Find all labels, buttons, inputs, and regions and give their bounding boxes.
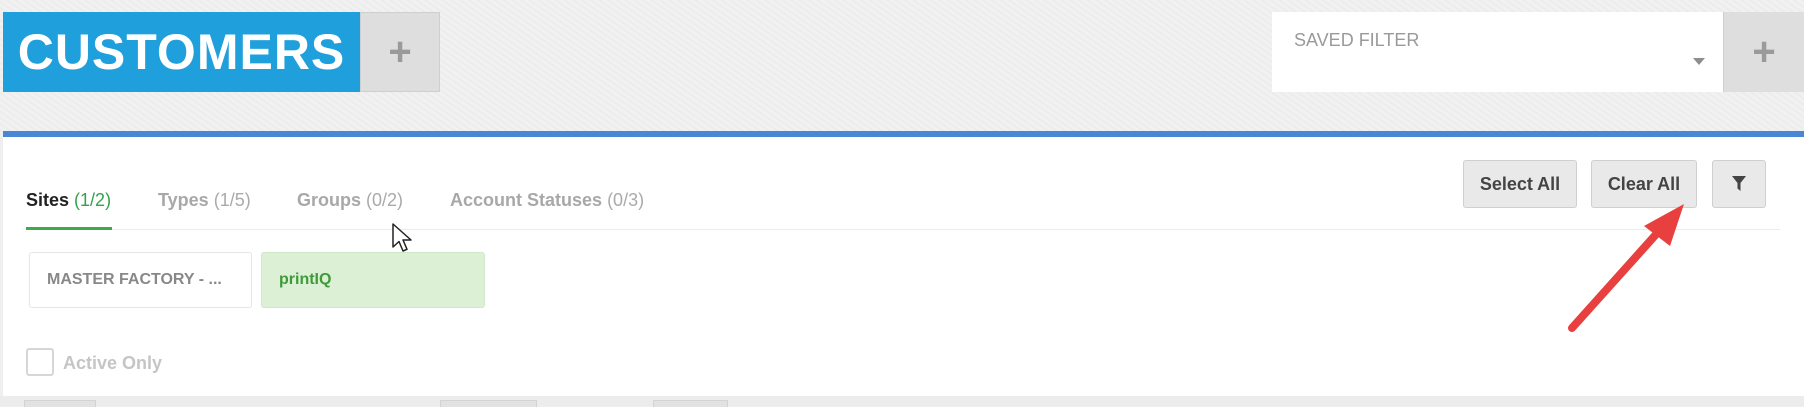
tab-sites[interactable]: Sites (1/2) — [26, 190, 111, 211]
active-only-label: Active Only — [63, 353, 163, 373]
tab-label: Types — [158, 190, 209, 210]
site-chip-printiq[interactable]: printIQ — [261, 252, 485, 308]
tab-groups[interactable]: Groups (0/2) — [297, 190, 403, 211]
tabs-divider — [26, 229, 1780, 230]
site-chip-master-factory[interactable]: MASTER FACTORY - ... — [29, 252, 252, 308]
bottom-strip — [0, 396, 1804, 407]
tab-types[interactable]: Types (1/5) — [158, 190, 251, 211]
tab-count: (1/5) — [213, 190, 251, 210]
mouse-cursor-icon — [392, 223, 412, 252]
saved-filter-placeholder: SAVED FILTER — [1294, 30, 1420, 50]
tab-count: (0/3) — [607, 190, 645, 210]
apply-filter-button[interactable] — [1712, 160, 1766, 208]
tab-label: Sites — [26, 190, 70, 210]
add-saved-filter-button[interactable]: + — [1723, 12, 1804, 92]
tab-count: (1/2) — [74, 190, 112, 210]
saved-filter-select[interactable]: SAVED FILTER — [1272, 12, 1723, 92]
tab-count: (0/2) — [366, 190, 404, 210]
red-arrow-annotation — [1568, 204, 1684, 332]
tab-label: Account Statuses — [450, 190, 603, 210]
page-title: CUSTOMERS — [3, 12, 360, 92]
active-tab-indicator — [26, 227, 112, 230]
chevron-down-icon — [1693, 58, 1705, 65]
tab-label: Groups — [297, 190, 362, 210]
active-only-checkbox[interactable] — [26, 348, 54, 376]
tab-account-statuses[interactable]: Account Statuses (0/3) — [450, 190, 644, 211]
filter-icon — [1732, 176, 1746, 191]
add-customer-button[interactable]: + — [360, 12, 440, 92]
